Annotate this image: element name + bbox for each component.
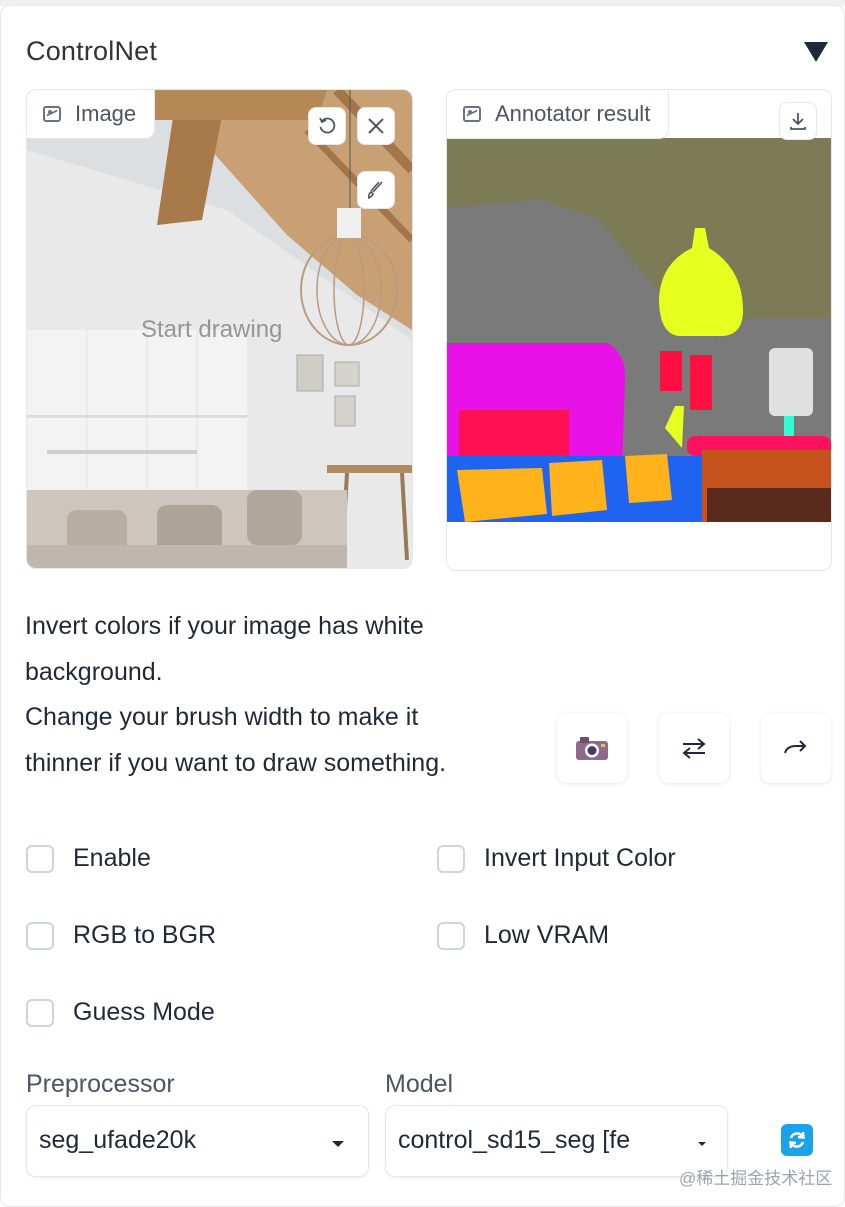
refresh-icon [789, 1131, 805, 1149]
annotator-tab-label: Annotator result [447, 90, 670, 139]
start-drawing-hint: Start drawing [141, 316, 283, 343]
undo-icon [319, 117, 336, 134]
invert-input-color-checkbox[interactable]: Invert Input Color [437, 844, 676, 873]
image-tab-label: Image [27, 90, 156, 139]
model-value: control_sd15_seg [fe [398, 1126, 631, 1154]
brush-button[interactable] [357, 171, 395, 209]
panel-title: ControlNet [26, 36, 158, 66]
help-text: Invert colors if your image has white ba… [25, 604, 505, 786]
segmentation-map [447, 138, 831, 522]
watermark: @稀土掘金技术社区 [679, 1169, 833, 1188]
send-dimensions-button[interactable] [761, 713, 831, 783]
preprocessor-value: seg_ufade20k [39, 1126, 197, 1154]
help-line-3: Change your brush width to make it [25, 703, 419, 731]
help-line-1: Invert colors if your image has white [25, 612, 424, 640]
collapse-triangle-icon[interactable] [804, 42, 828, 62]
enable-checkbox-box[interactable] [26, 844, 54, 873]
refresh-models-button[interactable] [781, 1124, 813, 1156]
invert-input-color-label: Invert Input Color [484, 844, 676, 872]
image-tab-text: Image [75, 101, 137, 126]
annotator-tab-text: Annotator result [495, 101, 651, 126]
brush-icon [367, 181, 383, 200]
close-icon [368, 118, 384, 134]
swap-button[interactable] [659, 713, 729, 783]
rgb-to-bgr-label: RGB to BGR [73, 921, 217, 949]
preprocessor-label: Preprocessor [26, 1070, 175, 1098]
webcam-button[interactable] [557, 713, 627, 783]
clear-image-button[interactable] [357, 107, 395, 145]
invert-input-color-checkbox-box[interactable] [437, 844, 465, 873]
send-icon [784, 740, 807, 754]
image-input-box[interactable]: Image Start drawing [26, 89, 413, 569]
low-vram-checkbox-box[interactable] [437, 921, 465, 950]
image-icon [463, 106, 481, 122]
chevron-down-icon [698, 1142, 706, 1146]
low-vram-checkbox[interactable]: Low VRAM [437, 921, 609, 950]
enable-label: Enable [73, 844, 151, 872]
help-line-4: thinner if you want to draw something. [25, 748, 447, 777]
help-line-2: background. [25, 657, 163, 686]
guess-mode-checkbox[interactable]: Guess Mode [26, 998, 215, 1027]
download-icon [790, 113, 806, 130]
swap-icon [682, 738, 706, 759]
annotator-result-box: Annotator result [446, 89, 832, 571]
rgb-to-bgr-checkbox[interactable]: RGB to BGR [26, 921, 216, 950]
preprocessor-dropdown[interactable]: seg_ufade20k [26, 1105, 369, 1177]
rgb-to-bgr-checkbox-box[interactable] [26, 921, 54, 950]
model-label: Model [385, 1070, 454, 1098]
guess-mode-checkbox-box[interactable] [26, 998, 54, 1027]
guess-mode-label: Guess Mode [73, 998, 215, 1026]
image-icon [43, 106, 61, 122]
enable-checkbox[interactable]: Enable [26, 844, 151, 873]
undo-button[interactable] [308, 107, 346, 145]
camera-icon [576, 737, 608, 760]
low-vram-label: Low VRAM [484, 921, 610, 949]
chevron-down-icon [332, 1141, 344, 1147]
download-button[interactable] [779, 102, 817, 140]
model-dropdown[interactable]: control_sd15_seg [fe [385, 1105, 728, 1177]
